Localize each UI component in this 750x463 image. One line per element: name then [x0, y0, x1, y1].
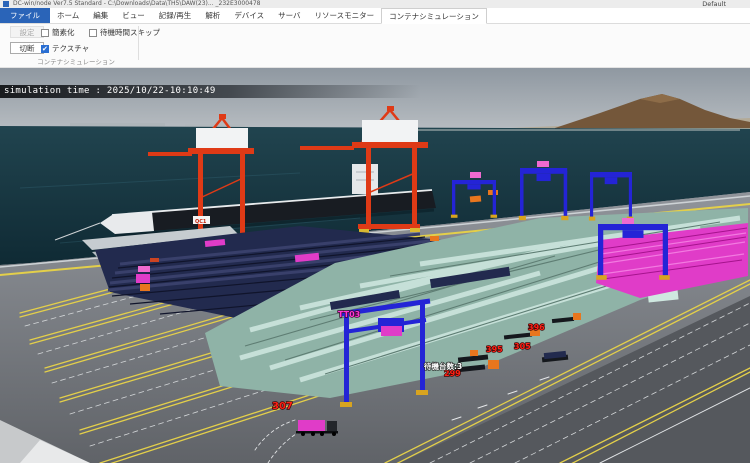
application-window: DC-win/node Ver7.5 Standard - C:\Downloa…: [0, 0, 750, 463]
checkbox-skip-wait-time-label: 待機時間スキップ: [100, 27, 160, 38]
title-bar: DC-win/node Ver7.5 Standard - C:\Downloa…: [0, 0, 750, 8]
tab-edit[interactable]: 編集: [86, 8, 115, 23]
waiting-count-label: 待機台数:3: [423, 361, 462, 371]
ribbon-group-label: コンテナシミュレーション: [28, 56, 124, 66]
transfer-crane-label: TT03: [338, 310, 360, 319]
checkbox-box-2[interactable]: [41, 45, 49, 53]
ship-superstructure: [352, 164, 378, 194]
quay-crane-label: QC1: [195, 219, 207, 225]
ribbon-group-separator: [138, 26, 139, 60]
3d-viewport[interactable]: QC1: [0, 68, 750, 463]
tab-resource-monitor[interactable]: リソースモニター: [308, 8, 382, 23]
svg-text:305: 305: [514, 342, 531, 351]
checkbox-texture[interactable]: テクスチャ: [41, 43, 89, 54]
ribbon-body: 設定 切断 簡素化 待機時間スキップ テクスチャ コンテナシミュレーション: [0, 24, 750, 68]
svg-text:395: 395: [486, 345, 503, 354]
simulation-time-bar: simulation time : 2025/10/22-10:10:49: [0, 85, 420, 98]
tab-home[interactable]: ホーム: [50, 8, 86, 23]
checkbox-skip-wait-time[interactable]: 待機時間スキップ: [89, 27, 160, 38]
checkbox-simplify-label: 簡素化: [52, 27, 75, 38]
tab-record-play[interactable]: 記録/再生: [152, 8, 199, 23]
simulation-time-text: simulation time : 2025/10/22-10:10:49: [4, 86, 216, 96]
tab-container-simulation[interactable]: コンテナシミュレーション: [381, 8, 487, 24]
tab-server[interactable]: サーバ: [271, 8, 307, 23]
checkbox-box-1[interactable]: [89, 29, 97, 37]
tab-analysis[interactable]: 解析: [198, 8, 227, 23]
svg-text:396: 396: [528, 323, 545, 332]
ribbon-tab-bar: ファイル ホーム 編集 ビュー 記録/再生 解析 デバイス サーバ リソースモニ…: [0, 8, 750, 24]
settings-button[interactable]: 設定: [10, 26, 44, 38]
window-title: DC-win/node Ver7.5 Standard - C:\Downloa…: [13, 0, 260, 7]
profile-selector[interactable]: Default: [702, 0, 726, 8]
tab-view[interactable]: ビュー: [115, 8, 152, 23]
terminal-3d-scene: QC1: [0, 68, 750, 463]
checkbox-texture-label: テクスチャ: [52, 43, 89, 54]
checkbox-simplify[interactable]: 簡素化: [41, 27, 75, 38]
tab-file[interactable]: ファイル: [0, 8, 50, 23]
checkbox-box-0[interactable]: [41, 29, 49, 37]
svg-text:307: 307: [272, 401, 293, 412]
tab-device[interactable]: デバイス: [227, 8, 271, 23]
disconnect-button[interactable]: 切断: [10, 42, 44, 54]
app-icon: [3, 1, 9, 7]
